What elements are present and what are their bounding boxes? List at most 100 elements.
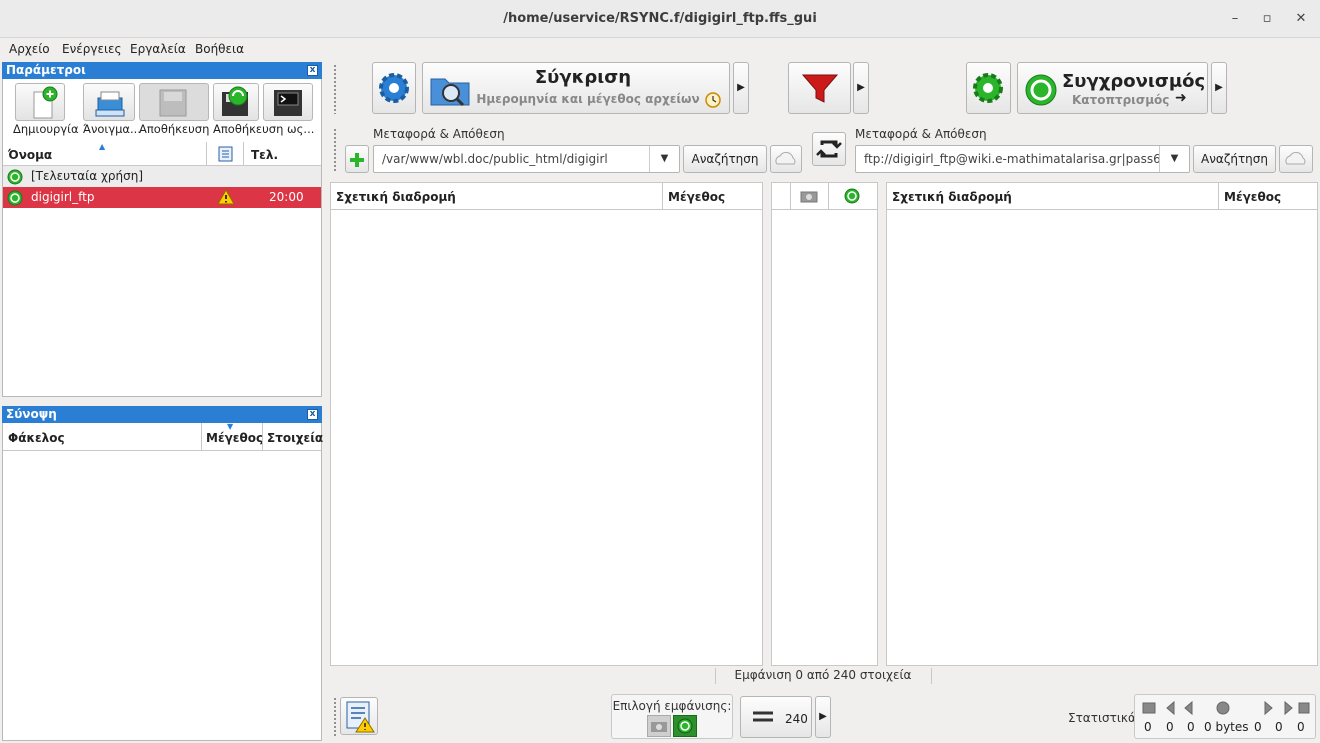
sync-icon [7, 190, 23, 206]
camera-icon [800, 191, 818, 203]
overview-panel-header: Σύνοψη x [2, 406, 322, 423]
compare-button[interactable]: Σύγκριση Ημερομηνία και μέγεθος αρχείων [422, 62, 730, 114]
left-browse-button[interactable]: Αναζήτηση [683, 145, 767, 173]
right-folder-path[interactable]: ftp://digigirl_ftp@wiki.e-mathimatalaris… [855, 145, 1190, 173]
new-config-button[interactable] [15, 83, 65, 121]
minimize-button[interactable]: – [1226, 10, 1244, 28]
column-size[interactable]: Μέγεθος [206, 431, 263, 445]
stats-label: Στατιστικά: [1068, 711, 1140, 725]
config-panel-close-icon[interactable]: x [307, 65, 318, 76]
view-options-box: Επιλογή εμφάνισης: [611, 694, 733, 739]
clock-icon [705, 92, 721, 108]
plus-icon [350, 153, 364, 167]
bottom-grip[interactable] [333, 697, 337, 737]
stat-value: 0 [1144, 720, 1152, 734]
middle-grid[interactable] [771, 182, 878, 666]
window-titlebar: /home/uservice/RSYNC.f/digigirl_ftp.ffs_… [0, 0, 1320, 38]
column-name[interactable]: Όνομα [8, 148, 52, 162]
stats-box: 0 0 0 0 bytes 0 0 0 [1134, 694, 1316, 739]
chevron-down-icon[interactable]: ▼ [649, 146, 679, 172]
left-cloud-button[interactable] [770, 145, 802, 173]
toolbar-grip[interactable] [333, 64, 337, 114]
add-folder-pair-button[interactable] [345, 145, 369, 173]
menu-tools[interactable]: Εργαλεία [130, 42, 186, 56]
column-folder[interactable]: Φάκελος [8, 431, 65, 445]
sync-subtitle: Κατοπτρισμός [1072, 93, 1170, 107]
sync-settings-button[interactable] [966, 62, 1011, 114]
right-drop-label: Μεταφορά & Απόθεση [855, 127, 987, 141]
warning-icon [217, 189, 235, 205]
swap-sides-button[interactable] [812, 132, 846, 166]
grid-status-text: Εμφάνιση 0 από 240 στοιχεία [734, 668, 912, 682]
maximize-button[interactable]: ▫ [1258, 10, 1276, 28]
right-file-grid[interactable]: Σχετική διαδρομή Μέγεθος [886, 182, 1318, 666]
compare-options-button[interactable]: ▶ [733, 62, 749, 114]
sync-title: Συγχρονισμός [1062, 71, 1206, 92]
overview-panel-title: Σύνοψη [6, 407, 57, 421]
menu-bar: Αρχείο Ενέργειες Εργαλεία Βοήθεια [0, 38, 1320, 60]
menu-help[interactable]: Βοήθεια [195, 42, 244, 56]
open-config-label: Άνοιγμα... [83, 122, 141, 136]
overview-panel-close-icon[interactable]: x [307, 409, 318, 420]
stat-value: 0 [1187, 720, 1195, 734]
notes-icon [218, 146, 233, 162]
config-row-name: digigirl_ftp [31, 190, 95, 204]
arrow-right-icon: ➜ [1175, 90, 1187, 106]
view-count-options-button[interactable]: ▶ [815, 696, 831, 738]
gear-icon [379, 73, 409, 103]
compare-settings-button[interactable] [372, 62, 416, 114]
right-column-size[interactable]: Μέγεθος [1224, 190, 1281, 204]
view-count: 240 [785, 712, 808, 726]
sync-icon [1025, 74, 1057, 106]
left-folder-path[interactable]: /var/www/wbl.doc/public_html/digigirl ▼ [373, 145, 680, 173]
save-as-icon [222, 86, 248, 116]
sync-options-button[interactable]: ▶ [1211, 62, 1227, 114]
stat-bytes: 0 bytes [1204, 720, 1249, 734]
compare-title: Σύγκριση [534, 67, 632, 88]
folder-pair-grip[interactable] [333, 128, 337, 173]
config-row-time: 20:00 [269, 190, 304, 204]
view-count-button[interactable]: 240 [740, 696, 812, 738]
view-options-label: Επιλογή εμφάνισης: [612, 699, 732, 713]
compare-subtitle: Ημερομηνία και μέγεθος αρχείων [476, 92, 700, 106]
config-list-header: Όνομα ▲ Τελ. συγχρ. [3, 142, 321, 176]
view-camera-toggle[interactable] [647, 715, 671, 737]
right-column-path[interactable]: Σχετική διαδρομή [892, 190, 1012, 204]
config-row[interactable]: [Τελευταία χρήση] [3, 166, 321, 187]
filter-button[interactable] [788, 62, 851, 114]
chevron-down-icon[interactable]: ▼ [1159, 146, 1189, 172]
stats-icons [1142, 700, 1310, 716]
gear-icon [973, 73, 1003, 103]
save-icon [159, 89, 187, 117]
save-button[interactable] [139, 83, 209, 121]
camera-icon [651, 722, 667, 732]
column-items[interactable]: Στοιχεία [267, 431, 323, 445]
stat-value: 0 [1166, 720, 1174, 734]
menu-actions[interactable]: Ενέργειες [62, 42, 122, 56]
save-as-button[interactable] [213, 83, 259, 121]
save-as-batch-icon [274, 90, 302, 116]
close-window-button[interactable]: ✕ [1292, 10, 1310, 28]
filter-icon [801, 74, 839, 103]
open-config-button[interactable] [83, 83, 135, 121]
window-title: /home/uservice/RSYNC.f/digigirl_ftp.ffs_… [503, 11, 817, 26]
sync-icon [844, 188, 860, 204]
right-browse-button[interactable]: Αναζήτηση [1193, 145, 1276, 173]
view-sync-toggle[interactable] [673, 715, 697, 737]
log-button[interactable] [340, 697, 378, 735]
left-folder-path-text: /var/www/wbl.doc/public_html/digigirl [382, 152, 608, 166]
left-file-grid[interactable]: Σχετική διαδρομή Μέγεθος [330, 182, 763, 666]
left-drop-label: Μεταφορά & Απόθεση [373, 127, 505, 141]
menu-file[interactable]: Αρχείο [9, 42, 50, 56]
overview-panel: Φάκελος ▼ Μέγεθος Στοιχεία [2, 422, 323, 741]
config-row-selected[interactable]: digigirl_ftp 20:00 [3, 187, 321, 208]
left-column-size[interactable]: Μέγεθος [668, 190, 725, 204]
filter-options-button[interactable]: ▶ [853, 62, 869, 114]
left-column-path[interactable]: Σχετική διαδρομή [336, 190, 456, 204]
sort-desc-icon: ▼ [227, 422, 234, 431]
right-cloud-button[interactable] [1279, 145, 1313, 173]
config-row-name: [Τελευταία χρήση] [31, 169, 143, 183]
sync-button[interactable]: Συγχρονισμός Κατοπτρισμός ➜ [1017, 62, 1208, 114]
cloud-icon [1285, 151, 1306, 165]
save-as-batch-button[interactable] [263, 83, 313, 121]
